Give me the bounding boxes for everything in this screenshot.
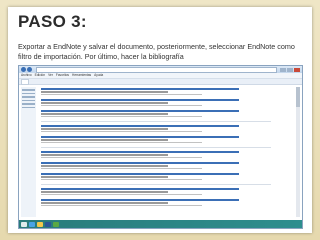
ie-icon[interactable]	[29, 221, 35, 227]
list-item[interactable]	[41, 151, 271, 158]
divider	[41, 121, 271, 122]
left-sidebar	[21, 87, 36, 217]
divider	[41, 147, 271, 148]
search-results-page	[19, 85, 302, 220]
start-icon[interactable]	[21, 221, 27, 227]
forward-icon[interactable]	[27, 67, 32, 72]
folder-icon[interactable]	[37, 221, 43, 227]
window-controls	[280, 67, 300, 72]
maximize-icon[interactable]	[287, 67, 293, 72]
browser-tab[interactable]	[21, 78, 29, 85]
list-item[interactable]	[41, 162, 271, 169]
menu-edicion[interactable]: Edición	[35, 73, 45, 78]
scrollbar[interactable]	[296, 87, 300, 217]
list-item[interactable]	[41, 125, 271, 132]
list-item[interactable]	[41, 88, 271, 95]
word-icon[interactable]	[45, 221, 51, 227]
back-icon[interactable]	[21, 67, 26, 72]
slide: PASO 3: Exportar a EndNote y salvar el d…	[8, 7, 312, 233]
menu-favoritos[interactable]: Favoritos	[56, 73, 69, 78]
divider	[41, 184, 271, 185]
list-item[interactable]	[41, 136, 271, 143]
menu-archivo[interactable]: Archivo	[21, 73, 32, 78]
slide-description: Exportar a EndNote y salvar el documento…	[18, 42, 295, 61]
results-list	[41, 88, 271, 210]
address-bar[interactable]	[36, 66, 277, 73]
list-item[interactable]	[41, 99, 271, 106]
endnote-icon[interactable]	[53, 221, 59, 227]
taskbar	[19, 220, 302, 228]
list-item[interactable]	[41, 199, 271, 206]
minimize-icon[interactable]	[280, 67, 286, 72]
browser-titlebar	[19, 66, 302, 73]
list-item[interactable]	[41, 173, 271, 180]
menu-ver[interactable]: Ver	[48, 73, 53, 78]
slide-title: PASO 3:	[18, 12, 87, 31]
close-icon[interactable]	[294, 67, 300, 72]
list-item[interactable]	[41, 110, 271, 117]
browser-screenshot: Archivo Edición Ver Favoritos Herramient…	[18, 65, 303, 229]
menu-herramientas[interactable]: Herramientas	[72, 73, 91, 78]
menu-ayuda[interactable]: Ayuda	[94, 73, 103, 78]
list-item[interactable]	[41, 188, 271, 195]
